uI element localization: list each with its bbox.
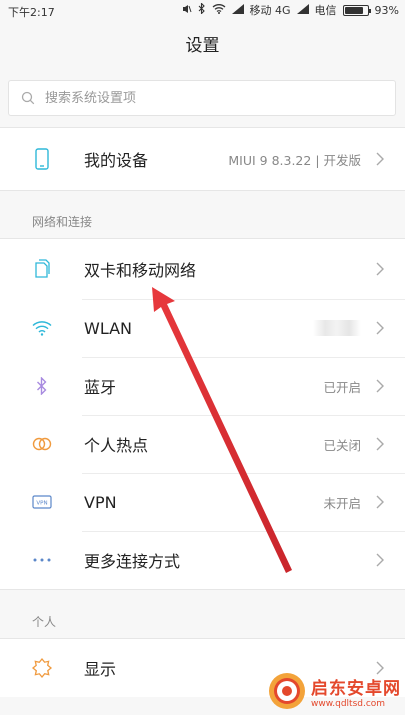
status-right: 移动 4G 电信 93%	[182, 2, 399, 18]
page-title: 设置	[185, 36, 220, 56]
watermark-logo	[269, 673, 305, 709]
bluetooth-icon	[30, 374, 54, 398]
more-connections-label: 更多连接方式	[84, 552, 181, 571]
signal-icon	[231, 3, 244, 18]
vpn-value: 未开启	[323, 495, 361, 511]
vpn-icon: VPN	[30, 490, 54, 514]
bluetooth-row[interactable]: 蓝牙 已开启	[0, 357, 405, 415]
dual-sim-label: 双卡和移动网络	[84, 261, 197, 280]
chevron-right-icon	[376, 262, 384, 276]
wlan-ssid-redacted	[313, 320, 361, 336]
section-network-title: 网络和连接	[32, 215, 93, 229]
watermark: 启东安卓网 www.qdltsd.com	[267, 671, 401, 711]
search-input[interactable]	[43, 89, 347, 107]
wifi-icon	[30, 316, 54, 340]
bluetooth-label: 蓝牙	[84, 378, 117, 397]
device-group: 我的设备 MIUI 9 8.3.22 | 开发版	[0, 127, 405, 191]
chevron-right-icon	[376, 152, 384, 166]
search-icon	[21, 91, 35, 105]
carrier2-label: 电信	[314, 3, 337, 17]
hotspot-label: 个人热点	[84, 436, 149, 455]
search-box[interactable]	[8, 80, 396, 116]
vpn-label: VPN	[84, 492, 117, 512]
mute-icon	[182, 4, 192, 18]
sim-card-icon	[30, 257, 54, 281]
display-label: 显示	[84, 660, 117, 679]
svg-text:VPN: VPN	[36, 501, 47, 507]
chevron-right-icon	[376, 379, 384, 393]
chevron-right-icon	[376, 553, 384, 567]
more-connections-row[interactable]: 更多连接方式	[0, 531, 405, 589]
status-bar: 下午2:17 移动 4G 电信 93%	[0, 0, 405, 22]
section-personal-title: 个人	[32, 615, 57, 629]
hotspot-value: 已关闭	[323, 437, 361, 453]
bluetooth-status-icon	[198, 2, 206, 18]
watermark-title: 启东安卓网	[311, 678, 401, 699]
wlan-label: WLAN	[84, 318, 133, 338]
chevron-right-icon	[376, 321, 384, 335]
my-device-value: MIUI 9 8.3.22 | 开发版	[228, 152, 361, 168]
battery-percent: 93%	[374, 3, 399, 17]
watermark-url: www.qdltsd.com	[311, 698, 386, 709]
my-device-label: 我的设备	[84, 151, 149, 170]
hotspot-row[interactable]: 个人热点 已关闭	[0, 415, 405, 473]
network-group: 双卡和移动网络 WLAN 蓝牙 已开启 个人热点 已关闭 VPN VPN 未开启	[0, 238, 405, 590]
my-device-row[interactable]: 我的设备 MIUI 9 8.3.22 | 开发版	[0, 128, 405, 190]
more-dots-icon	[30, 548, 54, 572]
carrier1-label: 移动 4G	[249, 3, 291, 17]
wifi-status-icon	[212, 3, 226, 18]
phone-icon	[30, 147, 54, 171]
signal-icon-2	[296, 3, 309, 18]
chevron-right-icon	[376, 495, 384, 509]
status-time: 下午2:17	[8, 6, 55, 19]
battery-icon	[342, 5, 371, 16]
dual-sim-row[interactable]: 双卡和移动网络	[0, 239, 405, 299]
hotspot-icon	[30, 432, 54, 456]
display-sun-icon	[30, 656, 54, 680]
vpn-row[interactable]: VPN VPN 未开启	[0, 473, 405, 531]
bluetooth-value: 已开启	[323, 379, 361, 395]
chevron-right-icon	[376, 437, 384, 451]
wlan-row[interactable]: WLAN	[0, 299, 405, 357]
